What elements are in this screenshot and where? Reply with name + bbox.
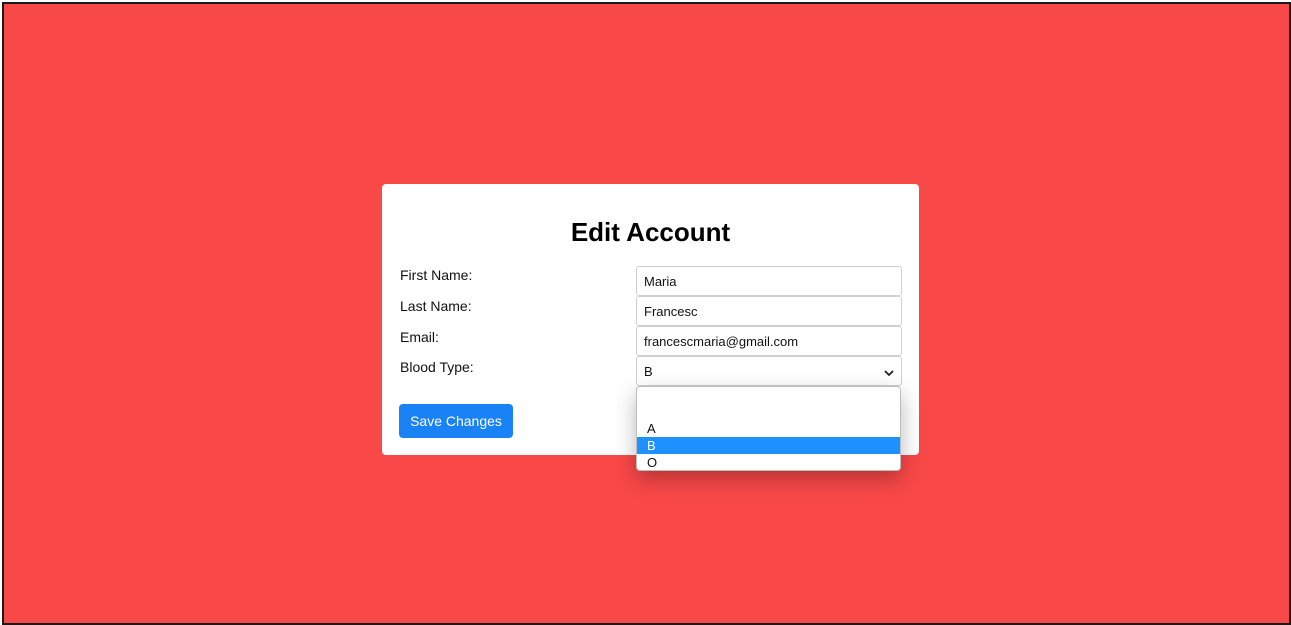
first-name-input[interactable] bbox=[636, 266, 902, 296]
last-name-label: Last Name: bbox=[400, 298, 472, 314]
save-changes-button[interactable]: Save Changes bbox=[399, 404, 513, 438]
page-background: Edit Account First Name: Last Name: Emai… bbox=[2, 2, 1291, 625]
blood-type-label: Blood Type: bbox=[400, 359, 474, 375]
blood-type-select[interactable]: B bbox=[636, 356, 902, 386]
first-name-label: First Name: bbox=[400, 267, 473, 283]
dropdown-option-o[interactable]: O bbox=[637, 454, 900, 470]
dropdown-option-empty[interactable] bbox=[637, 403, 900, 420]
last-name-input[interactable] bbox=[636, 296, 902, 326]
chevron-down-icon bbox=[884, 366, 894, 376]
blood-type-selected-value: B bbox=[644, 363, 653, 379]
email-label: Email: bbox=[400, 329, 439, 345]
email-input[interactable] bbox=[636, 326, 902, 356]
page-title: Edit Account bbox=[570, 217, 731, 247]
blood-type-dropdown: A B O AB bbox=[636, 386, 901, 471]
dropdown-option-b[interactable]: B bbox=[637, 437, 900, 454]
dropdown-option-a[interactable]: A bbox=[637, 420, 900, 437]
